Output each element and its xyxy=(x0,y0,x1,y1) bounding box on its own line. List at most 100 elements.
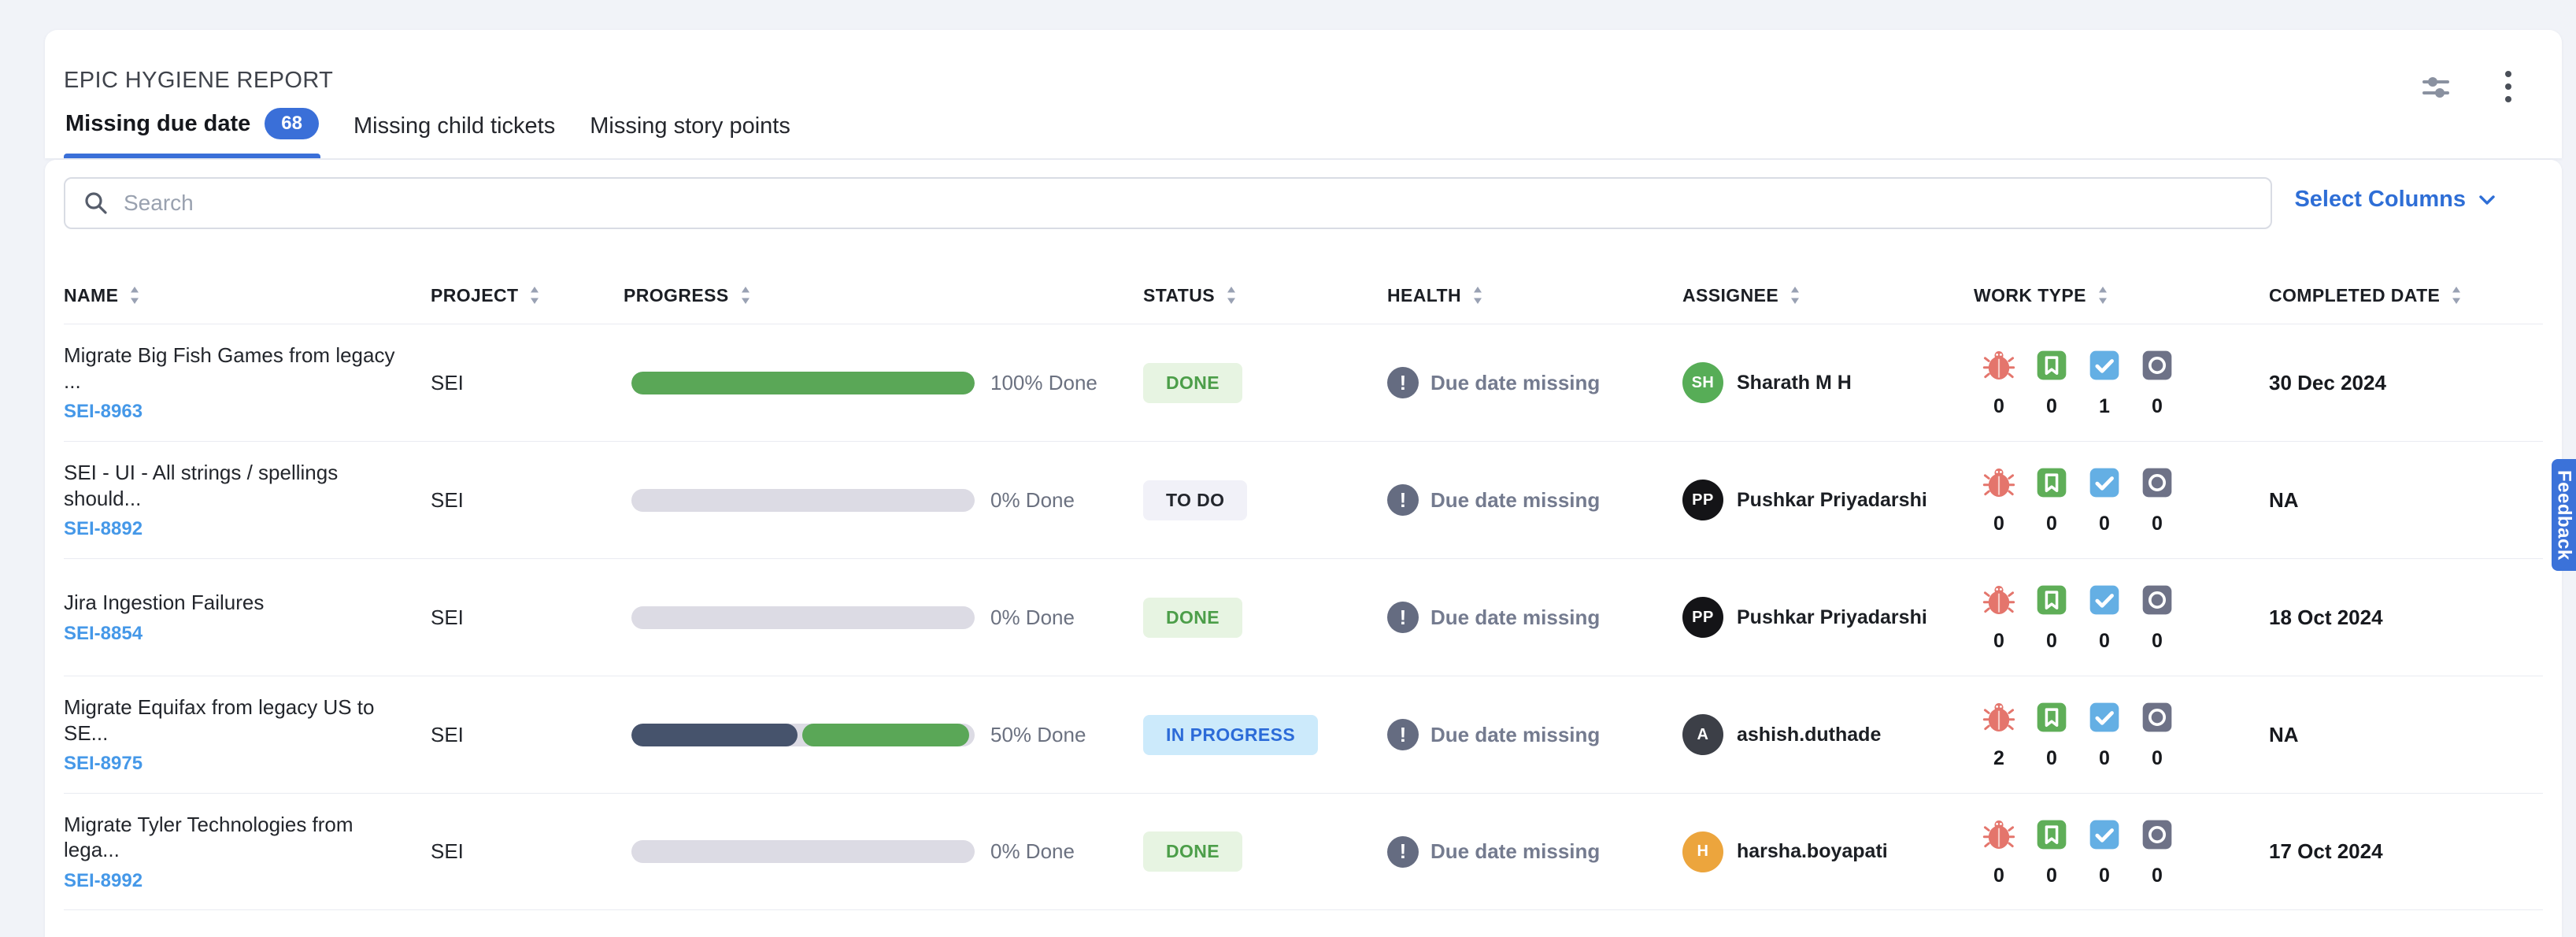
status-cell: TO DO xyxy=(1143,480,1387,520)
column-header-progress[interactable]: PROGRESS xyxy=(624,284,1143,306)
column-header-worktype[interactable]: WORK TYPE xyxy=(1974,284,2269,306)
epic-key-link[interactable]: SEI-8975 xyxy=(64,753,142,775)
story-icon xyxy=(2034,699,2070,735)
worktype-bug: 0 xyxy=(1980,347,2018,418)
assignee-name: Sharath M H xyxy=(1737,372,1852,394)
bug-icon xyxy=(1981,465,2017,501)
epic-count: 0 xyxy=(2152,747,2163,770)
health-cell: ! Due date missing xyxy=(1387,367,1682,398)
completed-date-cell: 18 Oct 2024 xyxy=(2269,606,2543,630)
column-header-completed-date[interactable]: COMPLETED DATE xyxy=(2269,284,2543,306)
alert-icon: ! xyxy=(1387,719,1419,750)
tab-missing-due-date[interactable]: Missing due date 68 xyxy=(64,97,320,158)
column-header-name[interactable]: NAME xyxy=(64,284,431,306)
search-icon xyxy=(83,190,109,217)
worktype-bug: 0 xyxy=(1980,582,2018,653)
kebab-menu-icon xyxy=(2504,69,2512,104)
story-count: 0 xyxy=(2046,747,2057,770)
worktype-bug: 0 xyxy=(1980,817,2018,887)
status-cell: DONE xyxy=(1143,598,1387,638)
search-input[interactable] xyxy=(124,191,2253,216)
assignee-cell: SH Sharath M H xyxy=(1682,362,1974,403)
tab-label: Missing story points xyxy=(590,113,790,139)
tab-missing-story-points[interactable]: Missing story points xyxy=(588,102,792,158)
display-settings-button[interactable] xyxy=(2417,68,2455,106)
story-count: 0 xyxy=(2046,630,2057,653)
story-icon xyxy=(2034,347,2070,383)
epics-table: NAME PROJECT PROGRESS STATUS HEALTH ASSI… xyxy=(64,267,2543,910)
tab-missing-child-tickets[interactable]: Missing child tickets xyxy=(352,102,557,158)
project-cell: SEI xyxy=(431,839,624,864)
completed-date-cell: 30 Dec 2024 xyxy=(2269,371,2543,395)
column-header-assignee[interactable]: ASSIGNEE xyxy=(1682,284,1974,306)
progress-cell: 0% Done xyxy=(624,839,1143,864)
select-columns-label: Select Columns xyxy=(2294,187,2466,213)
table-row[interactable]: Migrate Big Fish Games from legacy ... S… xyxy=(64,324,2543,441)
worktype-task: 0 xyxy=(2086,699,2123,770)
progress-segment xyxy=(631,372,975,394)
name-cell: SEI - UI - All strings / spellings shoul… xyxy=(64,460,431,540)
alert-icon: ! xyxy=(1387,367,1419,398)
avatar: PP xyxy=(1682,597,1723,638)
progress-label: 0% Done xyxy=(990,606,1075,630)
health-text: Due date missing xyxy=(1430,723,1600,747)
sort-icon xyxy=(1471,284,1484,306)
completed-date-cell: NA xyxy=(2269,488,2543,513)
alert-icon: ! xyxy=(1387,836,1419,868)
worktype-cell: 0 0 0 xyxy=(1974,817,2269,887)
story-count: 0 xyxy=(2046,395,2057,418)
table-row[interactable]: Migrate Tyler Technologies from lega... … xyxy=(64,793,2543,910)
status-badge: TO DO xyxy=(1143,480,1247,520)
epic-key-link[interactable]: SEI-8892 xyxy=(64,518,142,540)
epic-name: Migrate Big Fish Games from legacy ... xyxy=(64,343,407,394)
bug-count: 2 xyxy=(1993,747,2004,770)
task-count: 0 xyxy=(2099,747,2110,770)
project-cell: SEI xyxy=(431,488,624,513)
worktype-task: 0 xyxy=(2086,817,2123,887)
column-header-health[interactable]: HEALTH xyxy=(1387,284,1682,306)
worktype-cell: 0 0 0 xyxy=(1974,582,2269,653)
task-icon xyxy=(2086,699,2123,735)
bug-count: 0 xyxy=(1993,513,2004,535)
feedback-tab[interactable]: Feedback xyxy=(2552,459,2576,571)
progress-label: 0% Done xyxy=(990,839,1075,864)
progress-track xyxy=(631,372,975,394)
sort-icon xyxy=(739,284,752,306)
status-cell: IN PROGRESS xyxy=(1143,715,1387,755)
sort-icon xyxy=(2097,284,2109,306)
table-row[interactable]: Migrate Equifax from legacy US to SE... … xyxy=(64,676,2543,793)
worktype-epic: 0 xyxy=(2138,465,2176,535)
column-header-project[interactable]: PROJECT xyxy=(431,284,624,306)
status-badge: DONE xyxy=(1143,831,1242,872)
sort-icon xyxy=(128,284,141,306)
task-count: 0 xyxy=(2099,630,2110,653)
progress-cell: 0% Done xyxy=(624,606,1143,630)
report-body-card: Select Columns NAME PROJECT PROGRESS xyxy=(45,160,2562,937)
task-count: 0 xyxy=(2099,513,2110,535)
column-header-status[interactable]: STATUS xyxy=(1143,284,1387,306)
bug-count: 0 xyxy=(1993,865,2004,887)
epic-icon xyxy=(2139,582,2175,618)
alert-icon: ! xyxy=(1387,484,1419,516)
bug-icon xyxy=(1981,817,2017,853)
status-cell: DONE xyxy=(1143,831,1387,872)
worktype-story: 0 xyxy=(2033,347,2071,418)
table-row[interactable]: Jira Ingestion Failures SEI-8854 SEI 0% … xyxy=(64,558,2543,676)
epic-key-link[interactable]: SEI-8963 xyxy=(64,401,142,423)
more-options-button[interactable] xyxy=(2489,68,2527,106)
epic-icon xyxy=(2139,465,2175,501)
sort-icon xyxy=(2450,284,2463,306)
worktype-cell: 0 0 0 xyxy=(1974,465,2269,535)
table-body: Migrate Big Fish Games from legacy ... S… xyxy=(64,324,2543,910)
health-text: Due date missing xyxy=(1430,839,1600,864)
epic-icon xyxy=(2139,347,2175,383)
table-row[interactable]: SEI - UI - All strings / spellings shoul… xyxy=(64,441,2543,558)
progress-track xyxy=(631,840,975,863)
story-icon xyxy=(2034,582,2070,618)
worktype-cell: 2 0 0 xyxy=(1974,699,2269,770)
tab-label: Missing child tickets xyxy=(353,113,555,139)
epic-key-link[interactable]: SEI-8854 xyxy=(64,623,142,645)
epic-key-link[interactable]: SEI-8992 xyxy=(64,870,142,892)
sort-icon xyxy=(1789,284,1801,306)
select-columns-button[interactable]: Select Columns xyxy=(2294,187,2497,213)
